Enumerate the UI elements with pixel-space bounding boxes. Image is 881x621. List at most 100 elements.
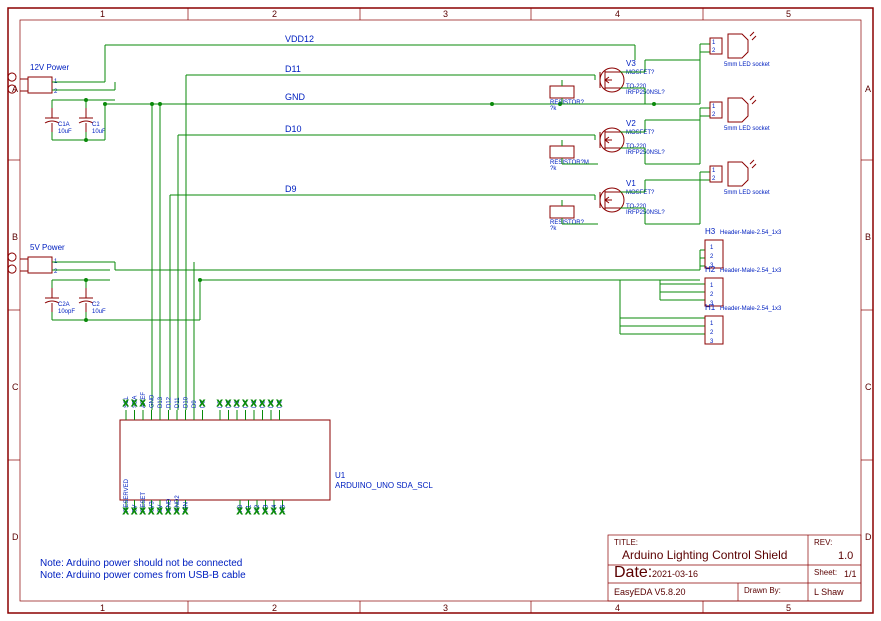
- svg-text:X: X: [226, 399, 232, 408]
- svg-text:D11: D11: [175, 397, 181, 408]
- svg-text:X: X: [217, 399, 223, 408]
- svg-text:Header-Male-2.54_1x3: Header-Male-2.54_1x3: [720, 230, 782, 236]
- svg-text:D: D: [865, 532, 872, 542]
- svg-text:5V Power: 5V Power: [30, 243, 65, 252]
- svg-text:X: X: [166, 507, 172, 516]
- cap-c2a: C2A 10opF: [45, 288, 75, 315]
- svg-text:1/1: 1/1: [844, 569, 857, 579]
- svg-text:X: X: [140, 507, 146, 516]
- svg-text:D10: D10: [184, 396, 190, 408]
- svg-text:X: X: [234, 399, 240, 408]
- svg-text:2: 2: [272, 9, 277, 19]
- header-h1: H1 Header-Male-2.54_1x3 1 2 3: [705, 303, 782, 345]
- frame-rows: A B C D A B C D: [8, 84, 873, 542]
- svg-text:H2: H2: [705, 265, 716, 274]
- svg-text:12V Power: 12V Power: [30, 63, 69, 72]
- svg-text:X: X: [263, 507, 269, 516]
- netlabel-vdd12: VDD12: [285, 34, 314, 44]
- svg-text:X: X: [251, 399, 257, 408]
- svg-text:10uF: 10uF: [58, 129, 72, 135]
- svg-text:C: C: [12, 382, 19, 392]
- svg-text:L Shaw: L Shaw: [814, 587, 844, 597]
- svg-text:X: X: [260, 399, 266, 408]
- led-socket-3: 1 2 5mm LED socket: [710, 160, 770, 196]
- svg-text:X: X: [183, 507, 189, 516]
- wiring: [52, 44, 710, 410]
- svg-text:2: 2: [710, 254, 714, 260]
- header-h2: H2 Header-Male-2.54_1x3 1 2 3: [705, 265, 782, 307]
- svg-text:D12: D12: [167, 396, 173, 408]
- svg-text:MOSFET?: MOSFET?: [626, 130, 655, 136]
- svg-text:5mm LED socket: 5mm LED socket: [724, 126, 770, 132]
- conn-5v-power: 5V Power 1 2: [8, 243, 70, 275]
- svg-text:X: X: [123, 399, 129, 408]
- svg-text:X: X: [149, 507, 155, 516]
- svg-text:10uF: 10uF: [92, 129, 106, 135]
- svg-text:X: X: [237, 507, 243, 516]
- svg-text:X: X: [277, 399, 283, 408]
- svg-text:1: 1: [100, 9, 105, 19]
- title-block: TITLE: Arduino Lighting Control Shield R…: [608, 535, 861, 601]
- svg-text:2: 2: [710, 292, 714, 298]
- netlabel-gnd: GND: [285, 92, 306, 102]
- cap-c1: C1 10uF: [79, 108, 106, 135]
- svg-text:H3: H3: [705, 227, 716, 236]
- svg-text:1: 1: [712, 104, 716, 110]
- svg-text:1: 1: [100, 603, 105, 613]
- svg-text:MOSFET?: MOSFET?: [626, 190, 655, 196]
- svg-text:5: 5: [786, 9, 791, 19]
- cap-c1a: C1A 10uF: [45, 108, 72, 135]
- svg-text:IRFP250NSL?: IRFP250NSL?: [626, 210, 665, 216]
- svg-text:4: 4: [615, 9, 620, 19]
- svg-text:D9: D9: [192, 400, 198, 408]
- svg-text:B: B: [865, 232, 871, 242]
- svg-text:X: X: [123, 507, 129, 516]
- cap-c2: C2 10uF: [79, 288, 106, 315]
- svg-text:X: X: [254, 507, 260, 516]
- svg-text:2021-03-16: 2021-03-16: [652, 569, 698, 579]
- svg-text:5mm LED socket: 5mm LED socket: [724, 62, 770, 68]
- svg-text:B: B: [12, 232, 18, 242]
- svg-text:A: A: [865, 84, 871, 94]
- svg-text:U1: U1: [335, 471, 346, 480]
- svg-text:Drawn By:: Drawn By:: [744, 586, 781, 595]
- arduino-uno: U1 ARDUINO_UNO SDA_SCL SCLXSDAXAREFXGNDD…: [120, 392, 433, 516]
- svg-text:X: X: [243, 399, 249, 408]
- svg-text:1.0: 1.0: [838, 550, 853, 562]
- netlabel-d9: D9: [285, 184, 297, 194]
- svg-text:X: X: [140, 399, 146, 408]
- svg-text:1: 1: [712, 40, 716, 46]
- svg-text:X: X: [132, 399, 138, 408]
- svg-text:2: 2: [272, 603, 277, 613]
- schematic-sheet: 1 2 3 4 5 1 2 3 4 5 A B C D A B C D 12V …: [0, 0, 881, 621]
- svg-text:X: X: [132, 507, 138, 516]
- svg-text:V1: V1: [626, 179, 636, 188]
- svg-text:REV:: REV:: [814, 538, 832, 547]
- header-h3: H3 Header-Male-2.54_1x3 1 2 3: [705, 227, 782, 269]
- svg-text:D13: D13: [158, 396, 164, 408]
- led-socket-1: 1 2 5mm LED socket: [710, 32, 770, 68]
- frame-columns: 1 2 3 4 5 1 2 3 4 5: [100, 8, 791, 613]
- svg-text:EasyEDA V5.8.20: EasyEDA V5.8.20: [614, 587, 686, 597]
- svg-text:Arduino Lighting Control Shiel: Arduino Lighting Control Shield: [622, 548, 787, 562]
- svg-text:Date:: Date:: [614, 564, 652, 581]
- svg-text:IRFP250NSL?: IRFP250NSL?: [626, 90, 665, 96]
- netlabel-d11: D11: [285, 64, 301, 74]
- svg-text:10opF: 10opF: [58, 309, 75, 315]
- svg-text:3: 3: [443, 603, 448, 613]
- led-socket-2: 1 2 5mm LED socket: [710, 96, 770, 132]
- svg-text:5mm LED socket: 5mm LED socket: [724, 190, 770, 196]
- svg-text:X: X: [268, 399, 274, 408]
- svg-text:?k: ?k: [550, 106, 557, 112]
- svg-text:X: X: [157, 507, 163, 516]
- svg-text:1: 1: [710, 245, 714, 251]
- svg-text:2: 2: [712, 176, 716, 182]
- svg-text:2: 2: [712, 112, 716, 118]
- svg-text:C1: C1: [92, 122, 100, 128]
- svg-text:10uF: 10uF: [92, 309, 106, 315]
- svg-text:1: 1: [710, 283, 714, 289]
- svg-text:1: 1: [712, 168, 716, 174]
- svg-text:D: D: [12, 532, 19, 542]
- svg-text:1: 1: [710, 321, 714, 327]
- svg-text:4: 4: [615, 603, 620, 613]
